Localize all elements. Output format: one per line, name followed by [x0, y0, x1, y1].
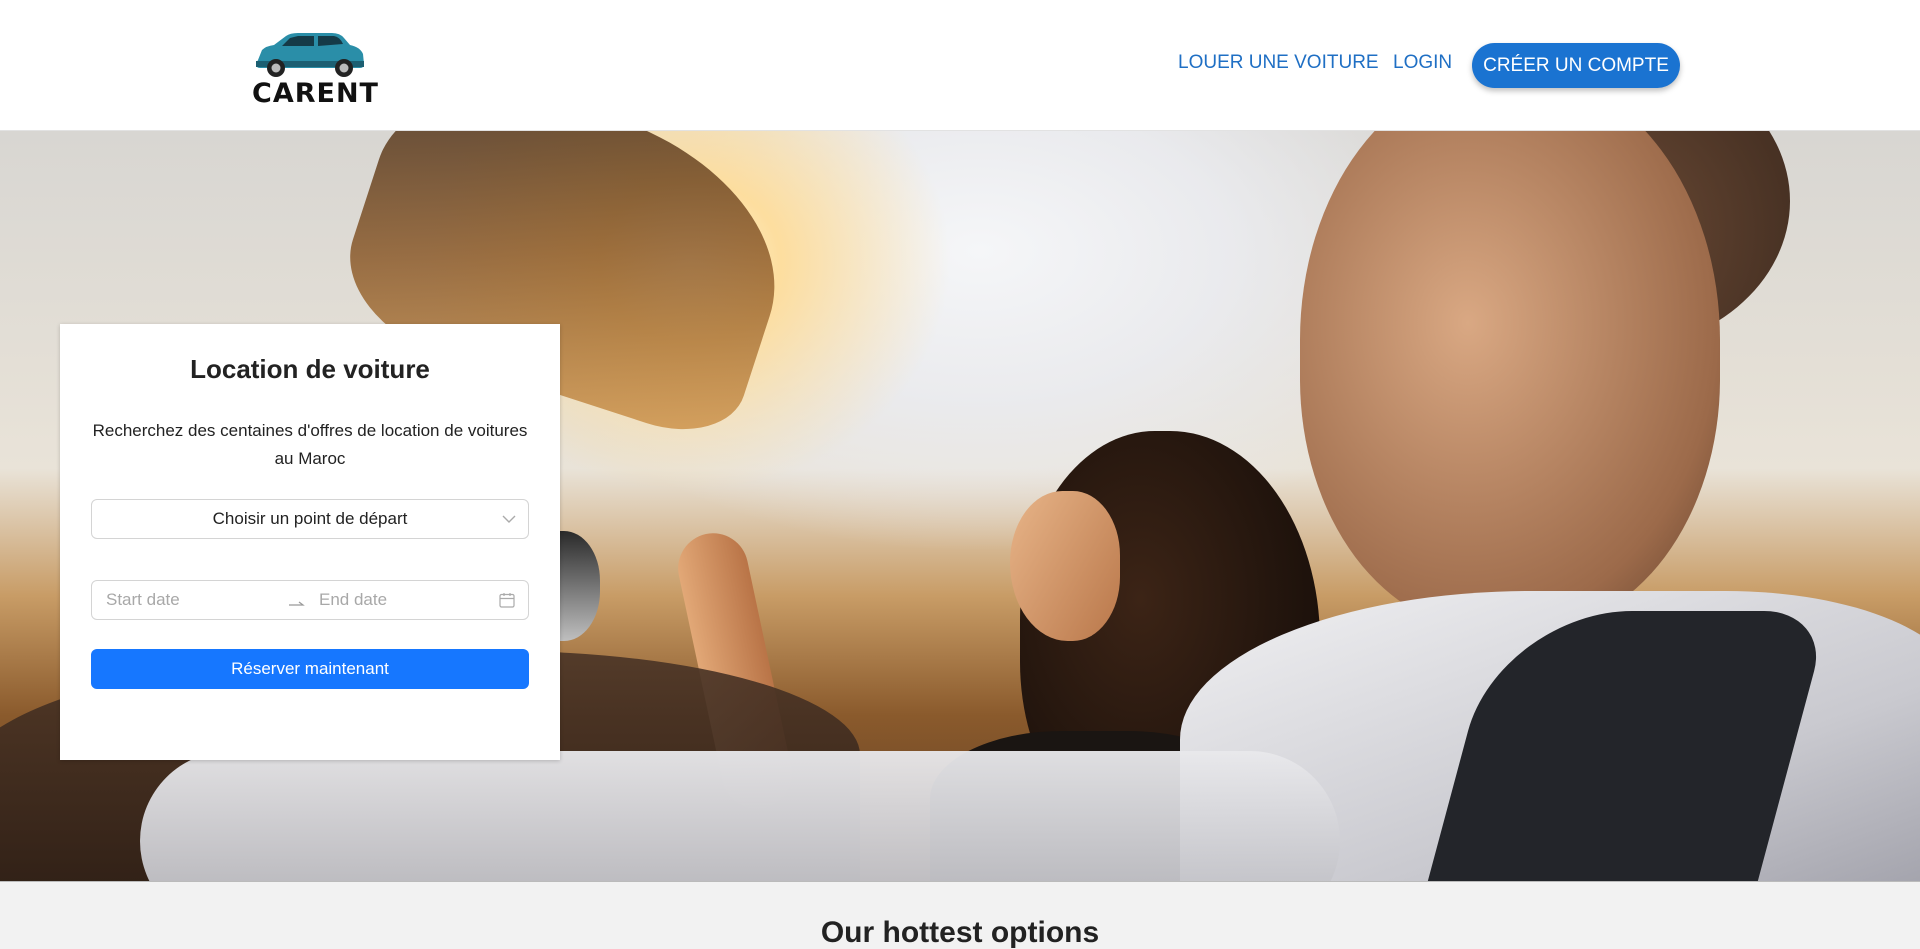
date-range-picker[interactable] — [91, 580, 529, 620]
hero-photo-man-head — [1300, 131, 1720, 631]
booking-title: Location de voiture — [190, 354, 430, 384]
hero-banner: Location de voiture Recherchez des centa… — [0, 131, 1920, 882]
create-account-button[interactable]: CRÉER UN COMPTE — [1472, 43, 1680, 88]
brand-name: CARENT — [252, 78, 379, 109]
hero-photo-man-arm — [140, 751, 1340, 881]
chevron-down-icon — [502, 515, 516, 523]
hottest-options-heading: Our hottest options — [820, 916, 1100, 949]
departure-select[interactable]: Choisir un point de départ — [91, 499, 529, 539]
arrow-right-icon — [289, 601, 305, 606]
booking-subtitle: Recherchez des centaines d'offres de loc… — [92, 421, 528, 468]
end-date-input[interactable] — [319, 581, 489, 619]
departure-select-value: Choisir un point de départ — [212, 509, 408, 528]
start-date-input[interactable] — [106, 581, 276, 619]
calendar-icon — [499, 593, 515, 608]
book-now-button[interactable]: Réserver maintenant — [91, 649, 529, 689]
site-header: CARENT LOUER UNE VOITURE LOGIN CRÉER UN … — [0, 0, 1920, 131]
hero-photo-woman-face — [1010, 491, 1120, 641]
nav-rent-car[interactable]: LOUER UNE VOITURE — [1178, 53, 1379, 72]
booking-card: Location de voiture Recherchez des centa… — [60, 324, 560, 760]
car-icon — [256, 33, 364, 77]
brand-logo[interactable]: CARENT — [252, 30, 379, 114]
nav-login[interactable]: LOGIN — [1393, 53, 1452, 72]
